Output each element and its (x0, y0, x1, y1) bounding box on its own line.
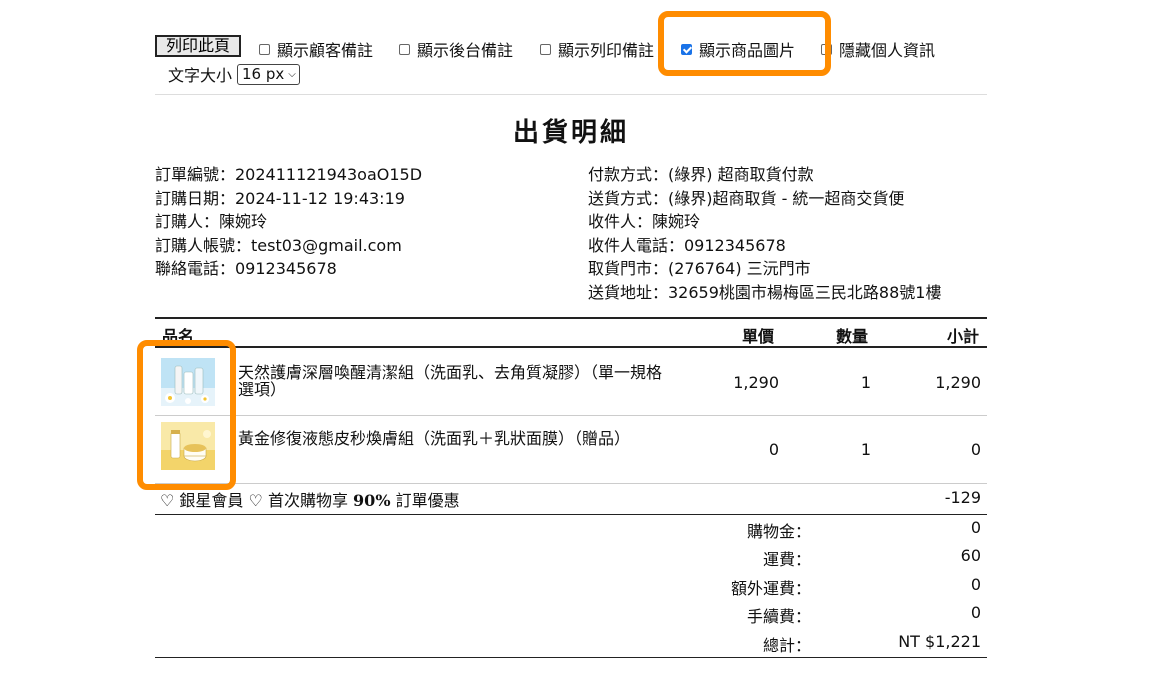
option-show-customer-note[interactable]: 顯示顧客備註 (259, 37, 373, 61)
divider (155, 94, 987, 95)
product-price: 1,290 (733, 373, 779, 392)
option-label: 顯示後台備註 (417, 41, 514, 60)
option-label: 顯示商品圖片 (699, 41, 796, 60)
pickup-store: 取貨門市：(276764) 三沅門市 (588, 259, 811, 278)
buyer-name: 訂購人：陳婉玲 (155, 212, 268, 231)
chevron-down-icon: ⌵ (288, 68, 296, 80)
summary-value: 0 (970, 575, 981, 594)
option-show-product-images[interactable]: 顯示商品圖片 (681, 37, 796, 61)
shipping-method: 送貨方式：(綠界)超商取貨 - 統一超商交貨便 (588, 188, 905, 208)
order-number: 訂單編號：202411121943oaO15D (155, 165, 423, 184)
print-toolbar: 列印此頁 顯示顧客備註 顯示後台備註 顯示列印備註 顯示商品圖片 隱藏個人資訊 … (155, 34, 987, 86)
product-name: 黃金修復液態皮秒煥膚組（洗面乳＋乳狀面膜）（贈品） (238, 429, 631, 448)
buyer-account: 訂購人帳號：test03@gmail.com (155, 235, 402, 255)
receiver-name: 收件人：陳婉玲 (588, 212, 701, 231)
page-title: 出貨明細 (512, 118, 629, 148)
option-label: 隱藏個人資訊 (839, 41, 936, 60)
product-qty: 1 (860, 373, 871, 392)
discount-label: ♡ 銀星會員 ♡ 首次購物享 90% 訂單優惠 (160, 491, 460, 510)
discount-amount: -129 (944, 488, 981, 507)
divider (155, 657, 987, 658)
table-row: 天然護膚深層喚醒清潔組（洗面乳、去角質凝膠）（單一規格選項） 1,290 1 1… (155, 348, 987, 416)
highlight-box-thumbnails (137, 340, 236, 490)
summary-label: 手續費： (746, 607, 811, 626)
summary-value: 0 (970, 518, 981, 537)
table-row: 黃金修復液態皮秒煥膚組（洗面乳＋乳狀面膜）（贈品） 0 1 0 (155, 416, 987, 484)
summary-label-total: 總計： (762, 636, 811, 655)
font-size-control: 文字大小 16 px ⌵ (168, 62, 300, 86)
order-date: 訂購日期：2024-11-12 19:43:19 (155, 188, 405, 208)
checkbox[interactable] (399, 43, 410, 55)
font-size-select[interactable]: 16 px ⌵ (237, 63, 300, 85)
summary-value: 60 (960, 546, 981, 565)
summary-label: 購物金： (746, 522, 811, 541)
product-qty: 1 (860, 440, 871, 459)
summary-label: 額外運費： (730, 579, 811, 598)
table-header: 品名 單價 數量 小計 (155, 317, 987, 348)
option-hide-personal-info[interactable]: 隱藏個人資訊 (821, 37, 935, 61)
discount-row: ♡ 銀星會員 ♡ 首次購物享 90% 訂單優惠 -129 (155, 485, 987, 515)
order-info-right: 付款方式：(綠界) 超商取貨付款 送貨方式：(綠界)超商取貨 - 統一超商交貨便… (588, 163, 941, 304)
checkbox[interactable] (259, 43, 270, 55)
contact-phone: 聯絡電話：0912345678 (155, 259, 337, 278)
print-page-button[interactable]: 列印此頁 (155, 35, 241, 57)
header-qty: 數量 (836, 327, 869, 346)
payment-method: 付款方式：(綠界) 超商取貨付款 (588, 165, 814, 184)
option-show-admin-note[interactable]: 顯示後台備註 (399, 37, 513, 61)
summary-value: 0 (970, 603, 981, 622)
summary-value-total: NT $1,221 (898, 632, 981, 651)
product-price: 0 (768, 440, 779, 459)
option-label: 顯示列印備註 (558, 41, 655, 60)
option-label: 顯示顧客備註 (277, 41, 374, 60)
checkbox-checked[interactable] (681, 43, 692, 55)
header-subtotal: 小計 (947, 327, 980, 346)
receiver-phone: 收件人電話：0912345678 (588, 235, 786, 255)
font-size-label: 文字大小 (168, 66, 233, 85)
order-info-left: 訂單編號：202411121943oaO15D 訂購日期：2024-11-12 … (155, 163, 422, 281)
option-show-print-note[interactable]: 顯示列印備註 (540, 37, 654, 61)
shipping-address: 送貨地址：32659桃園市楊梅區三民北路88號1樓 (588, 282, 942, 302)
product-name: 天然護膚深層喚醒清潔組（洗面乳、去角質凝膠）（單一規格選項） (238, 363, 663, 399)
summary-label: 運費： (762, 550, 811, 569)
product-subtotal: 0 (970, 440, 981, 459)
checkbox[interactable] (540, 43, 551, 55)
product-subtotal: 1,290 (935, 373, 981, 392)
header-price: 單價 (742, 327, 775, 346)
